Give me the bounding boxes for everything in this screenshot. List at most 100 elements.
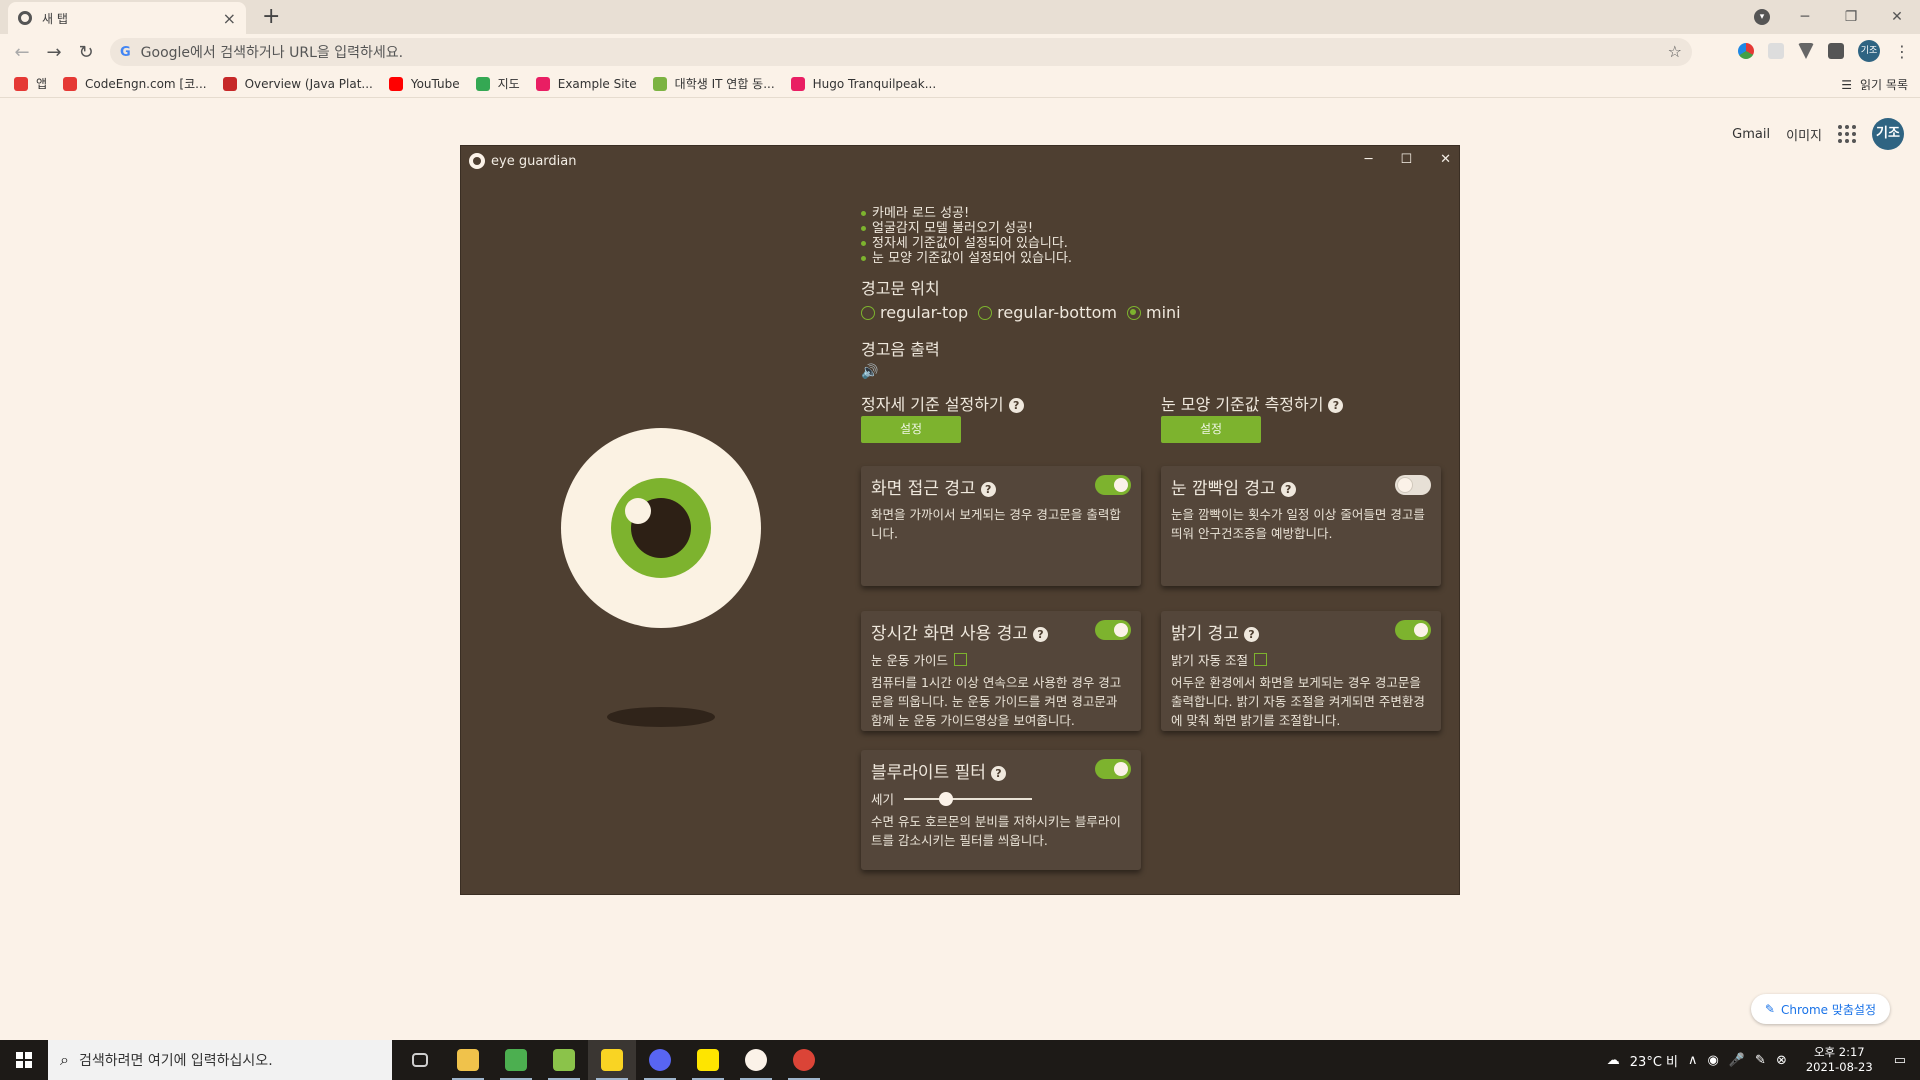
- posture-set-button[interactable]: 설정: [861, 416, 961, 443]
- help-icon[interactable]: ?: [1243, 627, 1259, 642]
- new-tab-button[interactable]: +: [262, 4, 280, 29]
- card-proximity-warning: 화면 접근 경고? 화면을 가까이서 보게되는 경우 경고문을 출력합니다.: [861, 466, 1141, 586]
- blink-toggle[interactable]: [1395, 475, 1431, 495]
- card-bluelight-filter: 블루라이트 필터? 세기 수면 유도 호르몬의 분비를 저하시키는 블루라이트를…: [861, 750, 1141, 870]
- help-icon[interactable]: ?: [980, 482, 996, 497]
- restore-button[interactable]: ❐: [1828, 9, 1874, 25]
- auto-brightness-checkbox[interactable]: [1253, 653, 1267, 666]
- brightness-toggle[interactable]: [1395, 620, 1431, 640]
- vpn-extension-icon[interactable]: [1798, 43, 1814, 59]
- sticky-notes-icon: [601, 1049, 623, 1071]
- task-view-icon: [412, 1053, 428, 1067]
- kakaotalk-icon: [697, 1049, 719, 1071]
- taskbar-kakaotalk[interactable]: [684, 1040, 732, 1080]
- help-icon[interactable]: ?: [1008, 398, 1024, 413]
- chrome-icon: [18, 11, 32, 25]
- search-icon: ⌕: [60, 1050, 69, 1069]
- forward-button[interactable]: →: [38, 42, 70, 63]
- bluelight-toggle[interactable]: [1095, 759, 1131, 779]
- tab-search-icon[interactable]: ▾: [1754, 9, 1770, 25]
- card-title: 밝기 경고?: [1171, 619, 1431, 644]
- radio-mini[interactable]: mini: [1126, 303, 1181, 322]
- app-minimize-button[interactable]: ─: [1365, 152, 1373, 167]
- google-apps-icon[interactable]: [1838, 125, 1856, 143]
- card-title: 화면 접근 경고?: [871, 474, 1131, 499]
- eye-exercise-checkbox[interactable]: [953, 653, 967, 666]
- slider-handle[interactable]: [939, 791, 954, 806]
- close-window-button[interactable]: ✕: [1874, 9, 1920, 25]
- taskbar-sticky-notes[interactable]: [588, 1040, 636, 1080]
- show-hidden-icons[interactable]: ∧: [1688, 1053, 1698, 1068]
- bookmark-java-overview[interactable]: Overview (Java Plat...: [222, 76, 373, 91]
- chrome-menu-icon[interactable]: ⋮: [1894, 42, 1910, 61]
- intensity-label: 세기: [871, 792, 895, 807]
- taskbar-eye-guardian[interactable]: [732, 1040, 780, 1080]
- taskbar-search[interactable]: ⌕ 검색하려면 여기에 입력하십시오.: [48, 1040, 392, 1080]
- taskbar-chrome[interactable]: [780, 1040, 828, 1080]
- taskbar-task-view[interactable]: [396, 1040, 444, 1080]
- weather-text[interactable]: 23°C 비: [1630, 1051, 1678, 1070]
- notification-icon[interactable]: ▭: [1894, 1053, 1906, 1068]
- bookmark-example-site[interactable]: Example Site: [535, 76, 637, 91]
- radio-regular-bottom[interactable]: regular-bottom: [978, 303, 1117, 322]
- eye-shape-set-button[interactable]: 설정: [1161, 416, 1261, 443]
- lambda-app-icon: [553, 1049, 575, 1071]
- taskbar-discord[interactable]: [636, 1040, 684, 1080]
- gmail-link[interactable]: Gmail: [1732, 127, 1770, 142]
- address-bar[interactable]: G Google에서 검색하거나 URL을 입력하세요. ☆: [110, 38, 1692, 66]
- bookmark-maps[interactable]: 지도: [475, 75, 520, 92]
- speaker-icon[interactable]: 🔊: [861, 364, 878, 380]
- app-maximize-button[interactable]: ☐: [1400, 152, 1412, 167]
- start-button[interactable]: [0, 1040, 48, 1080]
- radio-regular-top[interactable]: regular-top: [861, 303, 968, 322]
- eye-guardian-icon: [745, 1049, 767, 1071]
- bookmark-it-club[interactable]: 대학생 IT 연합 동...: [652, 75, 775, 92]
- codeengn-icon: [63, 76, 78, 91]
- reading-list-button[interactable]: ☰ 읽기 목록: [1841, 76, 1908, 93]
- customize-chrome-button[interactable]: ✎ Chrome 맞춤설정: [1750, 994, 1890, 1024]
- microphone-icon[interactable]: 🎤: [1729, 1053, 1745, 1068]
- help-icon[interactable]: ?: [990, 766, 1006, 781]
- reading-list-icon: ☰: [1841, 77, 1853, 92]
- help-icon[interactable]: ?: [1032, 627, 1048, 642]
- bookmark-codeengn[interactable]: CodeEngn.com [코...: [63, 75, 207, 92]
- card-title: 장시간 화면 사용 경고?: [871, 619, 1131, 644]
- help-icon[interactable]: ?: [1328, 398, 1344, 413]
- card-description: 수면 유도 호르몬의 분비를 저하시키는 블루라이트를 감소시키는 필터를 씌웁…: [871, 814, 1121, 848]
- app-close-button[interactable]: ✕: [1440, 152, 1451, 167]
- color-extension-icon[interactable]: [1738, 43, 1754, 59]
- pen-icon[interactable]: ✎: [1755, 1053, 1766, 1068]
- minimize-button[interactable]: ─: [1782, 9, 1828, 25]
- puzzle-icon[interactable]: [1828, 43, 1844, 59]
- bookmark-youtube[interactable]: YouTube: [388, 76, 460, 91]
- app-title-bar: eye guardian ─ ☐ ✕: [461, 146, 1459, 176]
- bookmark-apps[interactable]: 앱: [14, 75, 47, 92]
- images-link[interactable]: 이미지: [1786, 125, 1822, 144]
- long-use-toggle[interactable]: [1095, 620, 1131, 640]
- extension-icon[interactable]: [1768, 43, 1784, 59]
- proximity-toggle[interactable]: [1095, 475, 1131, 495]
- status-item: 정자세 기준값이 설정되어 있습니다.: [861, 236, 1072, 251]
- reload-button[interactable]: ↻: [70, 42, 102, 63]
- taskbar-lambda-app[interactable]: [540, 1040, 588, 1080]
- window-controls: ─ ❐ ✕: [1782, 0, 1920, 34]
- tab-new-tab[interactable]: 새 탭 ×: [8, 2, 246, 34]
- discord-icon: [649, 1049, 671, 1071]
- sound-output-label: 경고음 출력: [861, 340, 940, 359]
- card-title: 블루라이트 필터?: [871, 758, 1131, 783]
- eye-guardian-tray-icon[interactable]: ◉: [1708, 1053, 1719, 1068]
- warning-position-label: 경고문 위치: [861, 279, 940, 298]
- taskbar-wing-app[interactable]: [492, 1040, 540, 1080]
- taskbar-file-explorer[interactable]: [444, 1040, 492, 1080]
- close-tab-icon[interactable]: ×: [223, 9, 236, 28]
- intensity-slider[interactable]: [904, 791, 1033, 806]
- clock[interactable]: 오후 2:17 2021-08-23: [1806, 1045, 1873, 1075]
- bookmark-hugo[interactable]: Hugo Tranquilpeak...: [790, 76, 936, 91]
- account-avatar[interactable]: 기조: [1872, 118, 1904, 150]
- intensity-row: 세기: [871, 789, 1131, 808]
- back-button[interactable]: ←: [6, 42, 38, 63]
- bookmark-star-icon[interactable]: ☆: [1668, 42, 1682, 61]
- profile-avatar[interactable]: 기조: [1858, 40, 1880, 62]
- help-icon[interactable]: ?: [1280, 482, 1296, 497]
- network-icon[interactable]: ⊗: [1776, 1053, 1787, 1068]
